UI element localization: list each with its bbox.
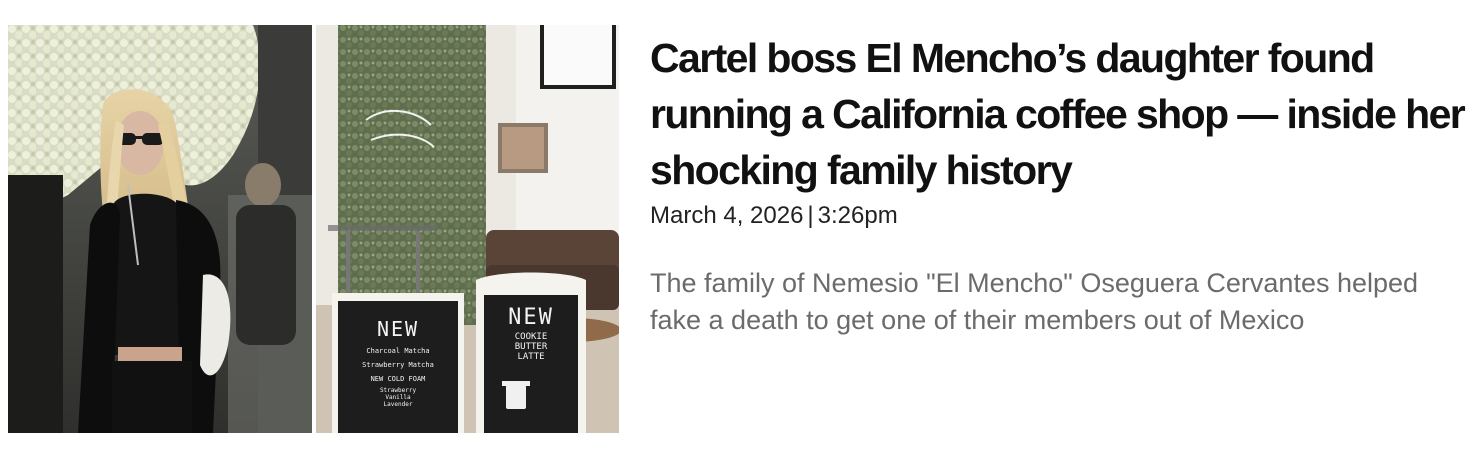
article-photo-left[interactable]: [8, 25, 312, 433]
sign-right: NEW COOKIE BUTTER LATTE: [484, 305, 578, 362]
article-dateline: March 4, 2026 | 3:26pm: [650, 200, 898, 232]
article-photo-right[interactable]: NEW Charcoal Matcha Strawberry Matcha NE…: [316, 25, 619, 433]
article-card[interactable]: NEW Charcoal Matcha Strawberry Matcha NE…: [0, 0, 1484, 472]
sign-left: NEW Charcoal Matcha Strawberry Matcha NE…: [338, 317, 458, 408]
sign-left-line: NEW COLD FOAM: [370, 375, 426, 383]
sign-left-line: Charcoal Matcha: [366, 347, 430, 355]
dateline-separator: |: [807, 202, 814, 229]
article-date: March 4, 2026: [650, 202, 804, 229]
article-headline[interactable]: Cartel boss El Mencho’s daughter found r…: [650, 30, 1470, 198]
sign-right-heading: NEW: [508, 305, 554, 330]
article-time: 3:26pm: [817, 202, 898, 229]
sign-right-line: COOKIE: [514, 332, 548, 342]
sign-left-line: Lavender: [383, 401, 413, 408]
sign-left-line: Vanilla: [385, 394, 411, 401]
sign-right-line: LATTE: [517, 352, 545, 362]
sign-left-heading: NEW: [376, 317, 420, 341]
sign-right-line: BUTTER: [514, 342, 548, 352]
sign-left-line: Strawberry: [379, 387, 417, 394]
woman-sunglasses-photo: [8, 25, 312, 433]
sign-left-line: Strawberry Matcha: [362, 361, 434, 369]
article-summary: The family of Nemesio "El Mencho" Osegue…: [650, 268, 1419, 335]
